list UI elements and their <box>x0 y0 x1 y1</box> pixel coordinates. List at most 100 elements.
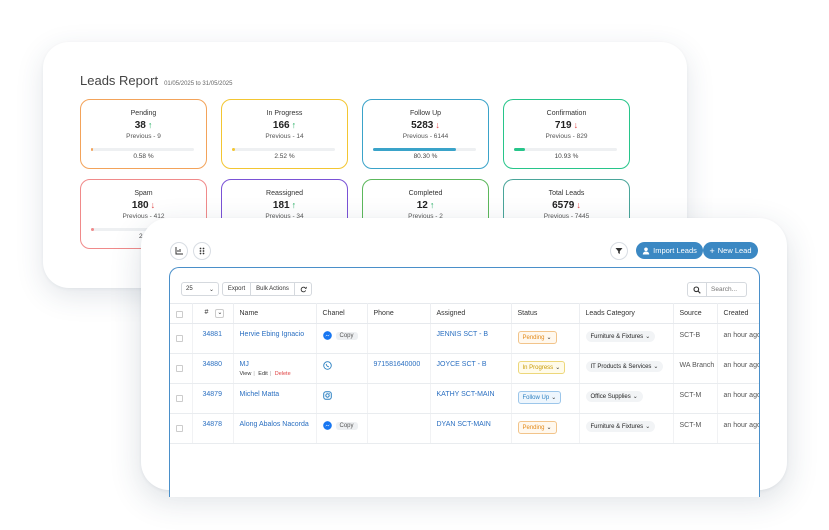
assigned-link[interactable]: JENNIS SCT - B <box>437 331 489 338</box>
column-header-category[interactable]: Leads Category <box>579 303 674 324</box>
report-title: Leads Report <box>80 73 159 88</box>
copy-button[interactable]: Copy <box>335 331 358 340</box>
category-dropdown[interactable]: IT Products & Services ⌄ <box>585 361 664 372</box>
search-input[interactable] <box>707 282 747 297</box>
created-text: an hour ago <box>723 392 760 399</box>
lead-id-link[interactable]: 34879 <box>203 391 222 398</box>
stat-label: Reassigned <box>266 190 303 197</box>
leads-table: # ⌄ Name Chanel Phone Assigned Status Le… <box>170 303 760 444</box>
status-dropdown[interactable]: Pending ⌄ <box>517 421 557 434</box>
stat-card-in-progress[interactable]: In Progress 166 ↑ Previous - 14 2.52 % <box>221 99 348 169</box>
export-button[interactable]: Export <box>222 282 251 296</box>
table-toolbar: 25 ⌄ Export Bulk Actions <box>181 282 312 296</box>
lead-name-cell: Along Abalos Nacorda <box>233 413 317 444</box>
bulk-actions-label: Bulk Actions <box>256 286 289 292</box>
columns-view-button[interactable] <box>193 242 211 260</box>
chevron-down-icon: ⌄ <box>551 395 557 401</box>
status-dropdown[interactable]: Pending ⌄ <box>517 331 557 344</box>
copy-button[interactable]: Copy <box>335 421 358 430</box>
search-button[interactable] <box>687 282 707 297</box>
phone-link[interactable]: 971581640000 <box>374 361 421 368</box>
search-icon <box>693 285 701 294</box>
chevron-down-icon: ⌄ <box>546 335 552 341</box>
lead-id-link[interactable]: 34881 <box>203 331 222 338</box>
assigned-link[interactable]: DYAN SCT-MAIN <box>437 421 491 428</box>
import-leads-label: Import Leads <box>653 246 697 255</box>
lead-id-link[interactable]: 34880 <box>203 361 222 368</box>
lead-name-link[interactable]: Michel Matta <box>240 391 316 398</box>
column-header-phone[interactable]: Phone <box>367 303 431 324</box>
refresh-button[interactable] <box>295 282 312 296</box>
assigned-link[interactable]: JOYCE SCT - B <box>437 361 487 368</box>
chevron-down-icon: ⌄ <box>208 286 214 293</box>
stat-percent: 0.58 % <box>133 153 154 160</box>
row-checkbox[interactable] <box>176 335 183 342</box>
status-cell: Pending ⌄ <box>511 323 580 354</box>
export-label: Export <box>227 286 246 292</box>
status-dropdown[interactable]: In Progress ⌄ <box>517 361 566 374</box>
instagram-icon <box>322 391 332 400</box>
stat-previous: Previous - 829 <box>545 133 588 140</box>
source-cell: SCT-M <box>673 383 718 414</box>
channel-cell <box>316 353 368 384</box>
column-header-source[interactable]: Source <box>673 303 718 324</box>
chart-view-button[interactable] <box>170 242 188 260</box>
trend-down-icon: ↓ <box>576 200 581 210</box>
stat-value: 719 ↓ <box>554 120 579 131</box>
table-row[interactable]: 34880 MJ View | Edit | Delete 971581640000 JOY… <box>170 353 759 384</box>
delete-link[interactable]: Delete <box>275 371 291 377</box>
page-size-select[interactable]: 25 ⌄ <box>181 282 219 296</box>
stat-percent: 2.52 % <box>274 153 295 160</box>
source-text: SCT-M <box>679 422 702 429</box>
assigned-link[interactable]: KATHY SCT-MAIN <box>437 391 495 398</box>
leads-table-panel: 25 ⌄ Export Bulk Actions Search... # ⌄ N… <box>169 267 760 497</box>
lead-id-link[interactable]: 34878 <box>203 421 222 428</box>
trend-up-icon: ↑ <box>147 120 153 130</box>
source-text: SCT-B <box>679 332 701 339</box>
import-leads-button[interactable]: Import Leads <box>636 242 703 259</box>
stat-label: Follow Up <box>409 110 442 117</box>
column-header-assigned[interactable]: Assigned <box>430 303 512 324</box>
stat-progress-fill <box>514 148 526 151</box>
upload-icon <box>642 247 650 254</box>
column-header-id[interactable]: # ⌄ <box>192 303 234 324</box>
column-header-channel[interactable]: Chanel <box>316 303 368 324</box>
stat-card-follow-up[interactable]: Follow Up 5283 ↓ Previous - 6144 80.30 % <box>362 99 489 169</box>
row-checkbox[interactable] <box>176 425 183 432</box>
leads-table-card: Import Leads + New Lead 25 ⌄ Export Bulk… <box>141 218 787 497</box>
table-row[interactable]: 34879 Michel Matta KATHY SCT-MAIN Follow Up… <box>170 383 760 414</box>
edit-link[interactable]: Edit <box>258 371 267 377</box>
refresh-icon <box>300 286 307 292</box>
chevron-down-icon: ⌄ <box>645 424 651 430</box>
column-header-status[interactable]: Status <box>511 303 580 324</box>
column-header-created[interactable]: Created <box>717 303 759 324</box>
category-dropdown[interactable]: Furniture & Fixtures ⌄ <box>585 421 656 432</box>
sort-chevron-icon[interactable]: ⌄ <box>215 309 225 318</box>
search-box <box>687 282 747 297</box>
view-link[interactable]: View <box>240 371 252 377</box>
row-checkbox[interactable] <box>176 395 183 402</box>
select-all-checkbox[interactable] <box>176 311 183 318</box>
stat-card-confirmation[interactable]: Confirmation 719 ↓ Previous - 829 10.93 % <box>503 99 630 169</box>
filter-button[interactable] <box>610 242 628 260</box>
lead-name-link[interactable]: Along Abalos Nacorda <box>240 421 316 428</box>
column-header-name[interactable]: Name <box>233 303 317 324</box>
category-dropdown[interactable]: Office Supplies ⌄ <box>585 391 643 402</box>
source-cell: SCT-B <box>673 323 718 354</box>
table-row[interactable]: 34881 Hervie Ebing Ignacio Copy JENNIS SCT … <box>170 323 759 354</box>
whatsapp-icon <box>322 361 332 370</box>
stat-label: Completed <box>408 190 443 197</box>
status-dropdown[interactable]: Follow Up ⌄ <box>517 391 562 404</box>
stat-progress-bar <box>232 148 335 151</box>
table-row[interactable]: 34878 Along Abalos Nacorda Copy DYAN SCT-MA… <box>170 413 759 444</box>
lead-name-link[interactable]: MJ <box>240 361 316 368</box>
stat-card-pending[interactable]: Pending 38 ↑ Previous - 9 0.58 % <box>80 99 207 169</box>
category-dropdown[interactable]: Furniture & Fixtures ⌄ <box>585 331 656 342</box>
row-checkbox[interactable] <box>176 365 183 372</box>
bulk-actions-button[interactable]: Bulk Actions <box>251 282 295 296</box>
assigned-cell: JOYCE SCT - B <box>430 353 512 384</box>
new-lead-button[interactable]: + New Lead <box>703 242 758 259</box>
row-actions: View | Edit | Delete <box>239 371 291 377</box>
chevron-down-icon: ⌄ <box>546 425 552 431</box>
lead-name-link[interactable]: Hervie Ebing Ignacio <box>240 331 316 338</box>
